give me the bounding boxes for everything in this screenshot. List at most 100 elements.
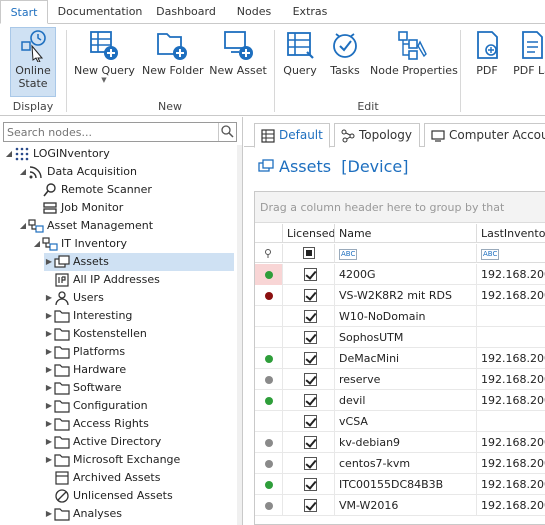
tab-documentation[interactable]: Documentation [52,0,148,24]
tab-topology[interactable]: Topology [334,123,420,147]
licensed-cell [283,453,335,474]
search-input[interactable] [4,123,218,141]
tree-item-hardware[interactable]: ▶ Hardware [44,361,126,379]
column-header-lastinventory[interactable]: LastInventory [477,224,545,243]
licensed-checkbox[interactable] [304,394,317,407]
licensed-checkbox[interactable] [304,373,317,386]
tree-item-users[interactable]: ▶ Users [44,289,104,307]
pdf-layout-button[interactable]: PDF La [512,28,545,94]
table-row[interactable]: VM-W2016 192.168.200 [255,495,545,516]
online-state-button[interactable]: Online State [10,27,56,97]
table-row[interactable]: SophosUTM [255,327,545,348]
collapsed-arrow-icon[interactable]: ▶ [44,397,54,415]
table-row[interactable]: reserve 192.168.200 [255,369,545,390]
collapsed-arrow-icon[interactable]: ▶ [44,289,54,307]
tree-item-software[interactable]: ▶ Software [44,379,122,397]
lastinventory-cell: 192.168.200 [477,285,545,306]
tree-item-remote-scanner[interactable]: Remote Scanner [32,181,152,199]
table-row[interactable]: ITC00155DC84B3B 192.168.200 [255,474,545,495]
group-by-panel[interactable]: Drag a column header here to group by th… [255,192,545,245]
licensed-checkbox[interactable] [304,289,317,302]
column-header-name[interactable]: Name [335,224,477,243]
licensed-checkbox[interactable] [304,415,317,428]
tree-scrollbar[interactable] [237,145,242,525]
collapsed-arrow-icon[interactable]: ▶ [44,415,54,433]
collapsed-arrow-icon[interactable]: ▶ [44,433,54,451]
tree-item-archived-assets[interactable]: Archived Assets [44,469,160,487]
tree-item-job-monitor[interactable]: Job Monitor [32,199,123,217]
expanded-arrow-icon[interactable]: ◢ [18,217,28,235]
collapsed-arrow-icon[interactable]: ▶ [44,451,54,469]
table-row[interactable]: W10-NoDomain [255,306,545,327]
new-query-button[interactable]: New Query ▼ [74,28,135,94]
tree-item-microsoft-exchange[interactable]: ▶ Microsoft Exchange [44,451,180,469]
tab-extras[interactable]: Extras [284,0,336,24]
tree-item-configuration[interactable]: ▶ Configuration [44,397,148,415]
chevron-down-icon[interactable]: ▼ [74,77,134,84]
table-row[interactable]: vCSA [255,411,545,432]
filter-cell-name[interactable]: ABC [335,244,477,263]
name-cell: W10-NoDomain [335,306,477,327]
table-row[interactable]: DeMacMini 192.168.200 [255,348,545,369]
column-header-status[interactable] [255,224,283,243]
collapsed-arrow-icon[interactable]: ▶ [44,505,54,523]
tree-item-data-acquisition[interactable]: ◢ Data Acquisition [18,163,137,181]
filter-cell-licensed[interactable] [283,244,335,263]
tasks-button[interactable]: Tasks [326,28,364,94]
licensed-checkbox[interactable] [304,478,317,491]
filter-cell-status[interactable] [255,244,283,263]
tab-computer-accounts[interactable]: Computer Accou [424,123,545,147]
column-header-licensed[interactable]: Licensed [283,224,335,243]
licensed-checkbox[interactable] [304,352,317,365]
collapsed-arrow-icon[interactable]: ▶ [44,253,54,271]
licensed-checkbox[interactable] [304,268,317,281]
expanded-arrow-icon[interactable]: ◢ [18,163,28,181]
expanded-arrow-icon[interactable]: ◢ [4,145,14,163]
tree-item-label: All IP Addresses [73,273,160,286]
tab-dashboard[interactable]: Dashboard [150,0,222,24]
tree-item-unlicensed-assets[interactable]: Unlicensed Assets [44,487,173,505]
tree-item-label: LOGINventory [33,147,110,160]
node-properties-button[interactable]: Node Properties [370,28,458,94]
blocked-icon [54,488,70,504]
licensed-checkbox[interactable] [304,331,317,344]
group-label-edit: Edit [357,100,379,113]
table-row[interactable]: VS-W2K8R2 mit RDS 192.168.200 [255,285,545,306]
licensed-checkbox[interactable] [304,499,317,512]
tree-item-all-ip-addresses[interactable]: All IP Addresses [44,271,160,289]
collapsed-arrow-icon[interactable]: ▶ [44,361,54,379]
table-row[interactable]: kv-debian9 192.168.200 [255,432,545,453]
tree-item-active-directory[interactable]: ▶ Active Directory [44,433,161,451]
collapsed-arrow-icon[interactable]: ▶ [44,325,54,343]
filter-cell-lastinventory[interactable]: ABC [477,244,545,263]
filter-checkbox[interactable] [303,247,315,259]
table-row[interactable]: centos7-kvm 192.168.200 [255,453,545,474]
tree-item-assets[interactable]: ▶ Assets [44,253,234,271]
licensed-checkbox[interactable] [304,457,317,470]
collapsed-arrow-icon[interactable]: ▶ [44,379,54,397]
pdf-button[interactable]: PDF [468,28,506,94]
search-icon[interactable] [218,123,236,141]
table-row[interactable]: 4200G 192.168.200 [255,264,545,285]
new-asset-button[interactable]: New Asset [208,28,268,94]
tree-item-loginventory[interactable]: ◢ LOGINventory [4,145,110,163]
tab-start[interactable]: Start [0,0,48,24]
tree-item-asset-management[interactable]: ◢ Asset Management [18,217,153,235]
collapsed-arrow-icon[interactable]: ▶ [44,307,54,325]
tree-item-platforms[interactable]: ▶ Platforms [44,343,125,361]
collapsed-arrow-icon[interactable]: ▶ [44,343,54,361]
licensed-checkbox[interactable] [304,310,317,323]
tree-item-kostenstellen[interactable]: ▶ Kostenstellen [44,325,147,343]
tree-item-interesting[interactable]: ▶ Interesting [44,307,132,325]
licensed-checkbox[interactable] [304,436,317,449]
tree-item-access-rights[interactable]: ▶ Access Rights [44,415,149,433]
table-row[interactable]: devil 192.168.200 [255,390,545,411]
tab-nodes[interactable]: Nodes [228,0,280,24]
tab-default[interactable]: Default [254,123,330,148]
expanded-arrow-icon[interactable]: ◢ [32,235,42,253]
query-button[interactable]: Query [280,28,320,94]
status-dot [265,397,273,405]
tree-item-analyses[interactable]: ▶ Analyses [44,505,122,523]
tree-item-it-inventory[interactable]: ◢ IT Inventory [32,235,127,253]
new-folder-button[interactable]: New Folder [142,28,203,94]
